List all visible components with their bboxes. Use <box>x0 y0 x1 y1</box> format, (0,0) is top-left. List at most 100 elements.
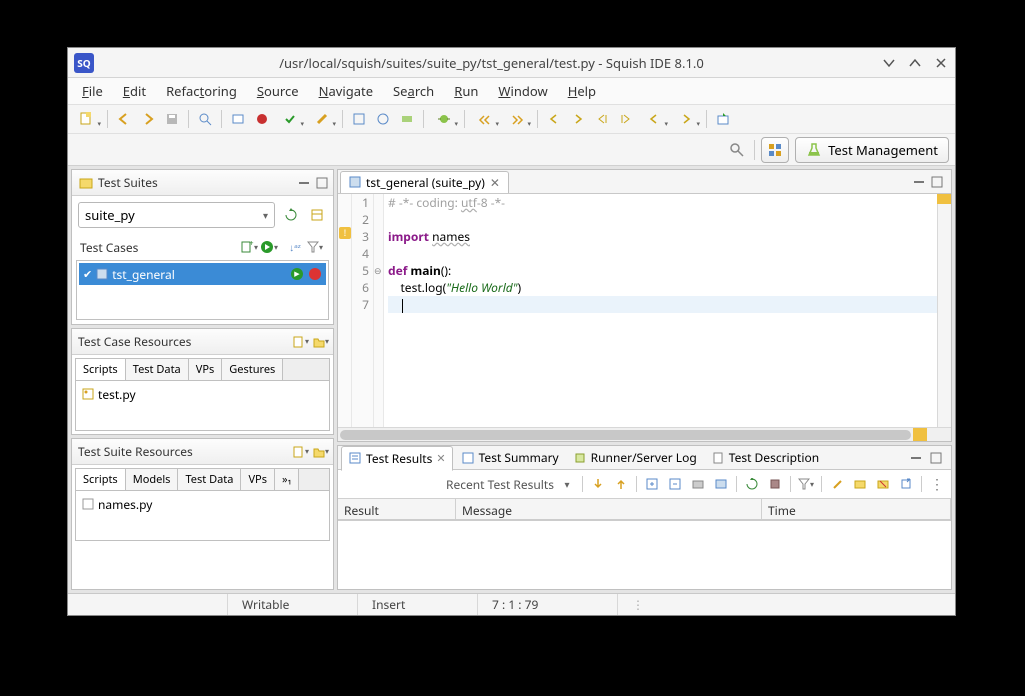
nav-left-button[interactable] <box>543 108 565 130</box>
code-area[interactable]: # -*- coding: utf-8 -*-import namesdef m… <box>384 194 937 427</box>
fwd-hist-button[interactable]: ▾ <box>671 108 701 130</box>
verify-button[interactable]: ▾ <box>275 108 305 130</box>
menu-search[interactable]: Search <box>383 78 444 104</box>
tab-sr-scripts[interactable]: Scripts <box>76 469 126 490</box>
arrow3-button[interactable] <box>591 108 613 130</box>
menu-window[interactable]: Window <box>488 78 557 104</box>
new-suite-resource-button[interactable]: ▾ <box>291 442 311 462</box>
save-results-button[interactable] <box>850 474 870 494</box>
step-over-button[interactable]: ▾ <box>470 108 500 130</box>
new-resource-button[interactable]: ▾ <box>291 332 311 352</box>
tab-vps[interactable]: VPs <box>189 359 223 380</box>
refresh-results-button[interactable] <box>742 474 762 494</box>
editor-tab[interactable]: tst_general (suite_py) ✕ <box>340 171 509 193</box>
zoom-button[interactable] <box>194 108 216 130</box>
tool-c-button[interactable] <box>396 108 418 130</box>
editor-hscrollbar[interactable] <box>338 427 951 441</box>
tab-sr-more[interactable]: »₁ <box>275 469 299 490</box>
maximize-editor-button[interactable] <box>931 176 949 188</box>
col-message[interactable]: Message <box>456 499 762 519</box>
run-case-button[interactable]: ▶ <box>290 267 304 281</box>
tab-scripts[interactable]: Scripts <box>76 359 126 380</box>
expand-all-button[interactable] <box>642 474 662 494</box>
filter-results-button[interactable]: ▾ <box>796 474 816 494</box>
suite-select[interactable]: suite_py ▾ <box>78 202 275 228</box>
edit-tool-button[interactable]: ▾ <box>307 108 337 130</box>
tab-test-summary[interactable]: Test Summary <box>455 446 565 469</box>
overview-warning-marker[interactable] <box>937 194 951 204</box>
close-results-tab-button[interactable]: ✕ <box>436 451 445 466</box>
filter-cases-button[interactable]: ▾ <box>305 237 325 257</box>
resource-file-row[interactable]: test.py <box>78 383 327 405</box>
tab-test-description[interactable]: Test Description <box>705 446 825 469</box>
stop-record-button[interactable] <box>251 108 273 130</box>
collapse-all-button[interactable] <box>665 474 685 494</box>
nav-back-button[interactable] <box>113 108 135 130</box>
col-time[interactable]: Time <box>762 499 951 519</box>
save-button[interactable] <box>161 108 183 130</box>
minimize-view-button[interactable] <box>295 174 313 192</box>
menu-edit[interactable]: Edit <box>113 78 156 104</box>
tool-b-button[interactable] <box>372 108 394 130</box>
fold-gutter[interactable]: ⊖ <box>374 194 384 427</box>
warning-marker-icon[interactable]: ! <box>339 227 351 239</box>
prev-fail-button[interactable] <box>611 474 631 494</box>
record-button[interactable] <box>227 108 249 130</box>
open-resource-button[interactable]: ▾ <box>311 332 331 352</box>
clear-button[interactable] <box>827 474 847 494</box>
menu-source[interactable]: Source <box>247 78 309 104</box>
results-table[interactable]: Result Message Time <box>338 498 951 589</box>
results-menu-button[interactable]: ⋮ <box>927 474 947 494</box>
suite-resource-list[interactable]: names.py <box>75 491 330 541</box>
maximize-bottom-button[interactable] <box>930 452 948 464</box>
arrow4-button[interactable] <box>615 108 637 130</box>
overview-ruler[interactable] <box>937 194 951 427</box>
menu-run[interactable]: Run <box>444 78 488 104</box>
back-hist-button[interactable]: ▾ <box>639 108 669 130</box>
next-fail-button[interactable] <box>588 474 608 494</box>
tab-sr-vps[interactable]: VPs <box>241 469 275 490</box>
delete-case-button[interactable] <box>308 267 322 281</box>
menu-file[interactable]: File <box>72 78 113 104</box>
recent-dropdown-button[interactable]: ▾ <box>557 474 577 494</box>
launch-button[interactable] <box>712 108 734 130</box>
sort-cases-button[interactable]: ↓ᵃᶻ <box>285 237 305 257</box>
close-tab-button[interactable]: ✕ <box>490 174 500 191</box>
test-case-row[interactable]: ✔ tst_general ▶ <box>79 263 326 285</box>
test-cases-tree[interactable]: ✔ tst_general ▶ <box>76 260 329 320</box>
run-all-button[interactable]: ▾ <box>259 237 279 257</box>
open-suite-resource-button[interactable]: ▾ <box>311 442 331 462</box>
suite-resource-file-row[interactable]: names.py <box>78 493 327 515</box>
step-into-button[interactable]: ▾ <box>502 108 532 130</box>
open-perspective-button[interactable] <box>761 137 789 163</box>
refresh-suite-button[interactable] <box>281 205 301 225</box>
export-button[interactable] <box>896 474 916 494</box>
new-button[interactable]: ▾ <box>72 108 102 130</box>
menu-refactoring[interactable]: Refactoring <box>156 78 247 104</box>
tab-gestures[interactable]: Gestures <box>222 359 283 380</box>
close-button[interactable] <box>933 55 949 71</box>
new-case-button[interactable]: +▾ <box>239 237 259 257</box>
tab-test-data[interactable]: Test Data <box>126 359 189 380</box>
tool-a-button[interactable] <box>348 108 370 130</box>
nav-right-button[interactable] <box>567 108 589 130</box>
history-button[interactable] <box>765 474 785 494</box>
maximize-button[interactable] <box>907 55 923 71</box>
resource-list[interactable]: test.py <box>75 381 330 431</box>
debug-button[interactable]: ▾ <box>429 108 459 130</box>
suite-props-button[interactable] <box>307 205 327 225</box>
col-result[interactable]: Result <box>338 499 456 519</box>
minimize-editor-button[interactable] <box>913 176 931 188</box>
tab-test-results[interactable]: Test Results ✕ <box>341 446 453 471</box>
quick-search-icon[interactable] <box>726 139 748 161</box>
tab-sr-models[interactable]: Models <box>126 469 179 490</box>
maximize-view-button[interactable] <box>313 174 331 192</box>
image-button[interactable] <box>711 474 731 494</box>
editor-body[interactable]: ! 1234567 ⊖ # -*- coding: utf-8 -*-impor… <box>338 194 951 427</box>
perspective-test-management[interactable]: Test Management <box>795 137 949 163</box>
minimize-button[interactable] <box>881 55 897 71</box>
tab-sr-test-data[interactable]: Test Data <box>178 469 241 490</box>
minimize-bottom-button[interactable] <box>910 452 928 464</box>
nav-forward-button[interactable] <box>137 108 159 130</box>
screenshot-button[interactable] <box>688 474 708 494</box>
